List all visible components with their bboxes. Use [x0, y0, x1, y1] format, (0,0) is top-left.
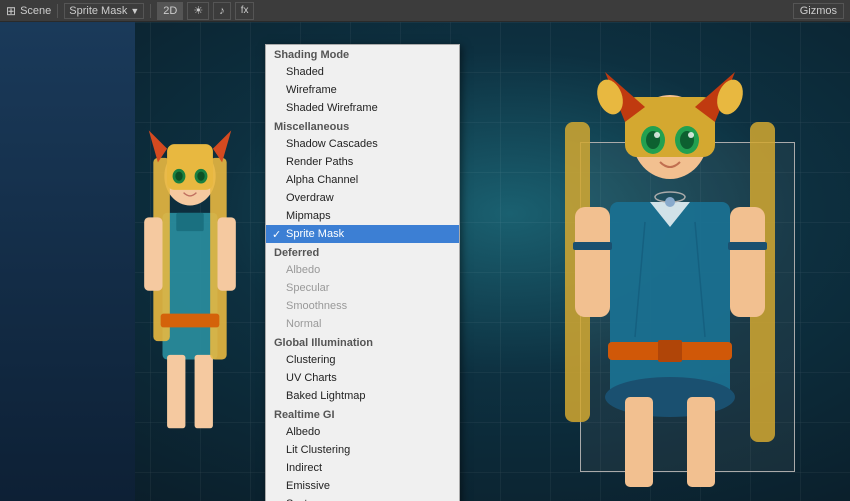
section-header-gi: Global Illumination [266, 333, 459, 351]
lighting-button[interactable]: ☀ [187, 2, 209, 20]
menu-item-overdraw[interactable]: Overdraw [266, 189, 459, 207]
section-header-deferred: Deferred [266, 243, 459, 261]
toolbar-divider [57, 4, 58, 18]
section-header-shading: Shading Mode [266, 45, 459, 63]
menu-item-sprite-mask[interactable]: ✓ Sprite Mask [266, 225, 459, 243]
menu-item-alpha-channel[interactable]: Alpha Channel [266, 171, 459, 189]
gizmos-button[interactable]: Gizmos [793, 3, 844, 19]
menu-item-baked-lightmap[interactable]: Baked Lightmap [266, 387, 459, 405]
menu-item-shaded[interactable]: Shaded [266, 63, 459, 81]
fx-icon: fx [241, 5, 249, 16]
scene-tab-label[interactable]: Scene [20, 5, 51, 17]
toolbar-divider2 [150, 4, 151, 18]
menu-item-deferred-albedo[interactable]: Albedo [266, 261, 459, 279]
scene-toolbar: ⊞ Scene Sprite Mask ▼ 2D ☀ ♪ fx Gizmos [0, 0, 850, 22]
menu-item-mipmaps[interactable]: Mipmaps [266, 207, 459, 225]
menu-item-shaded-wireframe[interactable]: Shaded Wireframe [266, 99, 459, 117]
scene-icon: ⊞ [6, 4, 16, 18]
effects-button[interactable]: fx [235, 2, 255, 20]
menu-item-deferred-smoothness[interactable]: Smoothness [266, 297, 459, 315]
shading-dropdown-menu: Shading Mode Shaded Wireframe Shaded Wir… [265, 44, 460, 501]
menu-item-uv-charts[interactable]: UV Charts [266, 369, 459, 387]
audio-icon: ♪ [219, 5, 225, 17]
section-header-realtime-gi: Realtime GI [266, 405, 459, 423]
sprite-character-right [550, 42, 790, 481]
checkmark-icon: ✓ [272, 228, 281, 241]
chevron-down-icon: ▼ [130, 6, 139, 16]
2d-button[interactable]: 2D [157, 2, 183, 20]
menu-item-deferred-normal[interactable]: Normal [266, 315, 459, 333]
shading-mode-dropdown[interactable]: Sprite Mask ▼ [64, 3, 144, 19]
character-left-svg [135, 87, 245, 467]
menu-item-shadow-cascades[interactable]: Shadow Cascades [266, 135, 459, 153]
menu-item-realtime-albedo[interactable]: Albedo [266, 423, 459, 441]
sprite-character-left [130, 72, 250, 481]
menu-item-wireframe[interactable]: Wireframe [266, 81, 459, 99]
scene-view: Shading Mode Shaded Wireframe Shaded Wir… [0, 22, 850, 501]
left-panel [0, 22, 135, 501]
menu-item-render-paths[interactable]: Render Paths [266, 153, 459, 171]
character-right-svg [550, 42, 790, 501]
sun-icon: ☀ [193, 4, 203, 17]
menu-item-deferred-specular[interactable]: Specular [266, 279, 459, 297]
menu-item-systems[interactable]: Systems [266, 495, 459, 501]
menu-item-indirect[interactable]: Indirect [266, 459, 459, 477]
menu-item-lit-clustering[interactable]: Lit Clustering [266, 441, 459, 459]
menu-item-emissive[interactable]: Emissive [266, 477, 459, 495]
shading-mode-label: Sprite Mask [69, 5, 127, 17]
section-header-misc: Miscellaneous [266, 117, 459, 135]
audio-button[interactable]: ♪ [213, 2, 231, 20]
menu-item-clustering[interactable]: Clustering [266, 351, 459, 369]
